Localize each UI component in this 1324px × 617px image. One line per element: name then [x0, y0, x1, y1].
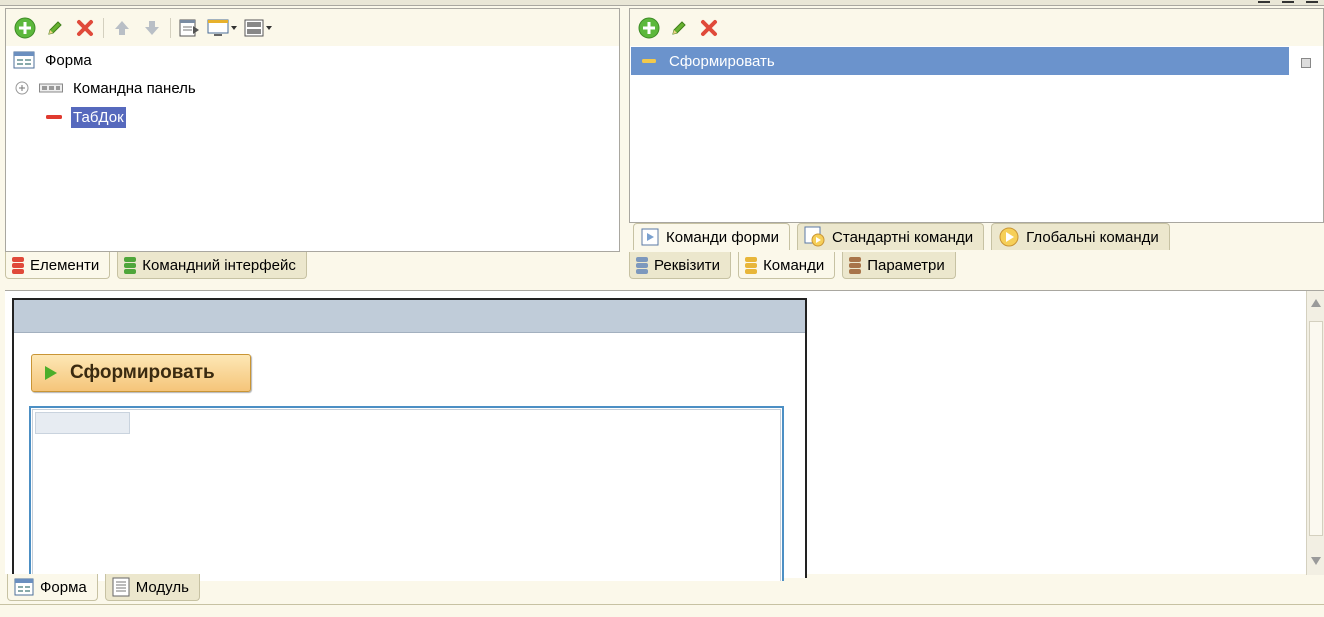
tab-module[interactable]: Модуль — [104, 574, 200, 601]
tab-form-commands[interactable]: Команди форми — [633, 223, 791, 250]
editor-tabs: Форма Модуль — [7, 574, 207, 601]
scroll-marker — [1301, 58, 1311, 68]
commands-sub-tabs: Команди форми Стандартні команди Глобаль… — [633, 223, 1177, 250]
spreadsheet-cell[interactable] — [35, 412, 130, 434]
form-preview-button[interactable] — [174, 13, 204, 43]
tab-command-interface[interactable]: Командний інтерфейс — [117, 252, 307, 279]
parameters-icon — [849, 256, 862, 274]
toolbar-separator — [170, 17, 171, 38]
commands-icon — [745, 256, 758, 274]
tab-label: Форма — [40, 578, 87, 596]
form-editor-window: Форма Командна панель ТабДок Елементи Ко… — [0, 0, 1324, 617]
standard-commands-icon — [804, 226, 825, 247]
expand-icon[interactable] — [15, 81, 29, 95]
tab-commands[interactable]: Команди — [738, 252, 836, 279]
attributes-icon — [636, 256, 648, 274]
display-dropdown[interactable] — [204, 13, 240, 43]
maximize-icon[interactable] — [1282, 0, 1294, 3]
tab-label: Модуль — [135, 578, 189, 596]
form-commands-icon — [641, 228, 659, 246]
tab-label: Команди форми — [666, 228, 780, 246]
scroll-up-icon[interactable] — [1311, 299, 1321, 307]
tab-label: Параметри — [867, 256, 945, 274]
generate-button-label: Сформировать — [70, 362, 215, 383]
form-header — [14, 300, 805, 333]
tree-item-form[interactable]: Форма — [13, 47, 94, 73]
edit-icon — [672, 20, 686, 35]
form-icon — [14, 578, 34, 596]
spreadsheet-grid — [32, 409, 781, 581]
tab-attributes[interactable]: Реквізити — [629, 252, 732, 279]
generate-button[interactable]: Сформировать — [31, 354, 251, 392]
tree-item-label: Форма — [45, 51, 92, 69]
elements-panel: Форма Командна панель ТабДок — [5, 8, 620, 252]
tab-global-commands[interactable]: Глобальні команди — [991, 223, 1170, 250]
delete-button[interactable] — [70, 13, 100, 43]
layout-dropdown[interactable] — [240, 13, 276, 43]
title-strip — [0, 0, 1324, 6]
command-row[interactable]: Сформировать — [631, 47, 1289, 75]
command-bar-icon — [39, 83, 63, 93]
commands-panel: Сформировать — [629, 8, 1324, 223]
scroll-down-icon[interactable] — [1311, 557, 1321, 565]
monitor-icon — [207, 19, 229, 36]
form-designer: Сформировать — [5, 290, 1324, 581]
tab-elements[interactable]: Елементи — [5, 252, 111, 279]
command-label: Сформировать — [669, 52, 775, 70]
tab-label: Команди — [763, 256, 825, 274]
tree-item-tabdoc[interactable]: ТабДок — [45, 104, 126, 130]
status-strip — [0, 604, 1324, 617]
layout-icon — [244, 19, 264, 36]
delete-icon — [701, 19, 717, 36]
edit-button[interactable] — [664, 13, 694, 43]
spreadsheet-icon — [46, 115, 62, 119]
tab-label: Стандартні команди — [832, 228, 974, 246]
move-down-button[interactable] — [137, 13, 167, 43]
elements-icon — [12, 256, 24, 274]
tree-item-label: Командна панель — [73, 79, 196, 97]
minimize-icon[interactable] — [1258, 0, 1270, 3]
tab-standard-commands[interactable]: Стандартні команди — [797, 223, 985, 250]
delete-icon — [77, 19, 93, 36]
form-preview-icon — [179, 19, 199, 36]
command-icon — [642, 59, 656, 63]
edit-icon — [48, 20, 62, 35]
add-icon — [638, 17, 660, 38]
add-button[interactable] — [634, 13, 664, 43]
arrow-down-icon — [145, 20, 159, 35]
edit-button[interactable] — [40, 13, 70, 43]
elements-tree: Форма Командна панель ТабДок — [6, 47, 619, 251]
add-icon — [14, 17, 36, 38]
tab-label: Командний інтерфейс — [142, 256, 296, 274]
add-button[interactable] — [10, 13, 40, 43]
title-fragment — [200, 0, 370, 2]
spreadsheet-field[interactable] — [29, 406, 784, 581]
tab-label: Глобальні команди — [1026, 228, 1159, 246]
module-icon — [112, 577, 130, 597]
arrow-up-icon — [115, 20, 129, 35]
form-icon — [13, 51, 35, 69]
scroll-track[interactable] — [1309, 321, 1323, 536]
tab-label: Елементи — [30, 256, 100, 274]
play-icon — [45, 366, 57, 380]
elements-tabs: Елементи Командний інтерфейс — [5, 252, 314, 279]
global-commands-icon — [999, 227, 1019, 247]
tab-parameters[interactable]: Параметри — [842, 252, 956, 279]
delete-button[interactable] — [694, 13, 724, 43]
tab-form[interactable]: Форма — [7, 574, 98, 601]
close-icon[interactable] — [1306, 0, 1318, 3]
tree-item-command-bar[interactable]: Командна панель — [15, 75, 198, 101]
toolbar-separator — [103, 17, 104, 38]
commands-toolbar — [630, 9, 1323, 46]
form-preview: Сформировать — [12, 298, 807, 581]
tree-item-label: ТабДок — [71, 106, 126, 128]
right-tabs: Реквізити Команди Параметри — [629, 252, 963, 279]
tab-label: Реквізити — [654, 256, 721, 274]
vertical-scrollbar[interactable] — [1306, 291, 1324, 575]
move-up-button[interactable] — [107, 13, 137, 43]
window-controls[interactable] — [1258, 0, 1318, 3]
command-interface-icon — [124, 256, 137, 274]
elements-toolbar — [6, 9, 619, 46]
